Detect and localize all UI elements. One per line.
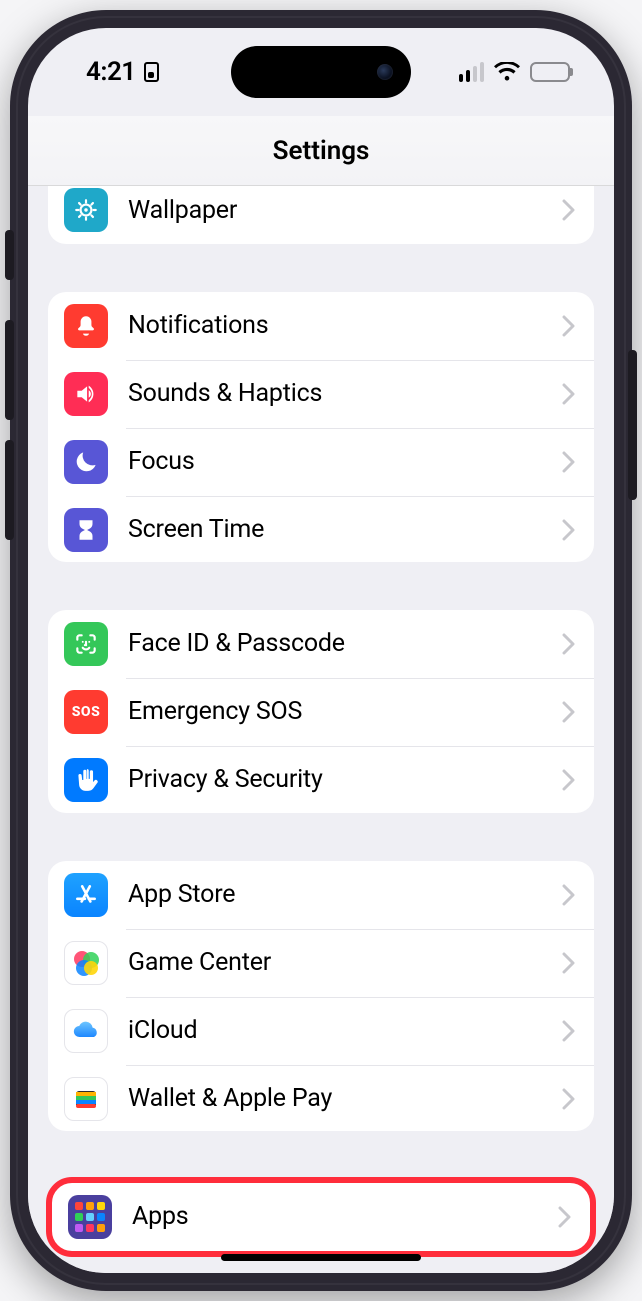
- row-icloud[interactable]: iCloud: [48, 997, 594, 1065]
- row-game-center[interactable]: Game Center: [48, 929, 594, 997]
- page-title: Settings: [273, 136, 370, 166]
- row-label: Emergency SOS: [128, 697, 542, 726]
- group-security: Face ID & Passcode SOS Emergency SOS Pri…: [48, 610, 594, 813]
- row-emergency-sos[interactable]: SOS Emergency SOS: [48, 678, 594, 746]
- row-app-store[interactable]: App Store: [48, 861, 594, 929]
- row-privacy-security[interactable]: Privacy & Security: [48, 746, 594, 813]
- row-label: Sounds & Haptics: [128, 379, 542, 408]
- row-label: Privacy & Security: [128, 765, 542, 794]
- chevron-right-icon: [562, 519, 576, 541]
- row-label: iCloud: [128, 1016, 542, 1045]
- settings-content[interactable]: Wallpaper Notifications Sounds: [28, 186, 614, 1273]
- side-button-silence: [5, 230, 14, 280]
- status-right: [459, 62, 571, 82]
- home-indicator[interactable]: [221, 1254, 421, 1261]
- chevron-right-icon: [562, 1020, 576, 1042]
- gamecenter-icon: [64, 941, 108, 985]
- chevron-right-icon: [562, 199, 576, 221]
- chevron-right-icon: [562, 701, 576, 723]
- faceid-icon: [64, 622, 108, 666]
- cellular-signal-icon: [459, 62, 485, 82]
- row-label: Notifications: [128, 311, 542, 340]
- wallet-icon: [64, 1077, 108, 1121]
- wifi-icon: [494, 62, 520, 82]
- chevron-right-icon: [562, 952, 576, 974]
- row-notifications[interactable]: Notifications: [48, 292, 594, 360]
- chevron-right-icon: [562, 769, 576, 791]
- moon-icon: [64, 440, 108, 484]
- row-wallpaper[interactable]: Wallpaper: [48, 186, 594, 244]
- side-button-volume-up: [5, 320, 14, 420]
- group-notifications: Notifications Sounds & Haptics Focus: [48, 292, 594, 562]
- row-label: Focus: [128, 447, 542, 476]
- appstore-icon: [64, 873, 108, 917]
- row-label: Apps: [132, 1202, 538, 1231]
- group-apps: Apps: [52, 1183, 590, 1251]
- screen: 4:21 Settings: [28, 28, 614, 1273]
- row-label: Screen Time: [128, 515, 542, 544]
- chevron-right-icon: [562, 633, 576, 655]
- icloud-icon: [64, 1009, 108, 1053]
- side-button-power: [628, 350, 637, 500]
- chevron-right-icon: [562, 383, 576, 405]
- status-left: 4:21: [86, 57, 159, 87]
- chevron-right-icon: [562, 451, 576, 473]
- apps-icon: [68, 1195, 112, 1239]
- sos-icon: SOS: [64, 690, 108, 734]
- status-time: 4:21: [86, 57, 136, 87]
- row-wallet-apple-pay[interactable]: Wallet & Apple Pay: [48, 1065, 594, 1131]
- chevron-right-icon: [562, 1088, 576, 1110]
- row-label: Face ID & Passcode: [128, 629, 542, 658]
- hourglass-icon: [64, 508, 108, 552]
- hand-icon: [64, 758, 108, 802]
- chevron-right-icon: [562, 315, 576, 337]
- row-screen-time[interactable]: Screen Time: [48, 496, 594, 562]
- nav-header: Settings: [28, 116, 614, 186]
- row-label: Game Center: [128, 948, 542, 977]
- phone-frame: 4:21 Settings: [10, 10, 632, 1291]
- id-card-icon: [144, 62, 159, 82]
- row-label: Wallet & Apple Pay: [128, 1084, 542, 1113]
- group-appearance: Wallpaper: [48, 186, 594, 244]
- highlight-annotation: Apps: [48, 1179, 594, 1255]
- dynamic-island: [231, 46, 411, 98]
- bell-icon: [64, 304, 108, 348]
- battery-icon: [530, 62, 570, 82]
- chevron-right-icon: [562, 884, 576, 906]
- group-services: App Store Game Center iCloud: [48, 861, 594, 1131]
- row-sounds-haptics[interactable]: Sounds & Haptics: [48, 360, 594, 428]
- wallpaper-icon: [64, 188, 108, 232]
- row-focus[interactable]: Focus: [48, 428, 594, 496]
- row-apps[interactable]: Apps: [52, 1183, 590, 1251]
- row-label: Wallpaper: [128, 196, 542, 225]
- row-label: App Store: [128, 880, 542, 909]
- speaker-icon: [64, 372, 108, 416]
- row-face-id-passcode[interactable]: Face ID & Passcode: [48, 610, 594, 678]
- front-camera: [377, 64, 393, 80]
- side-button-volume-down: [5, 440, 14, 540]
- chevron-right-icon: [558, 1206, 572, 1228]
